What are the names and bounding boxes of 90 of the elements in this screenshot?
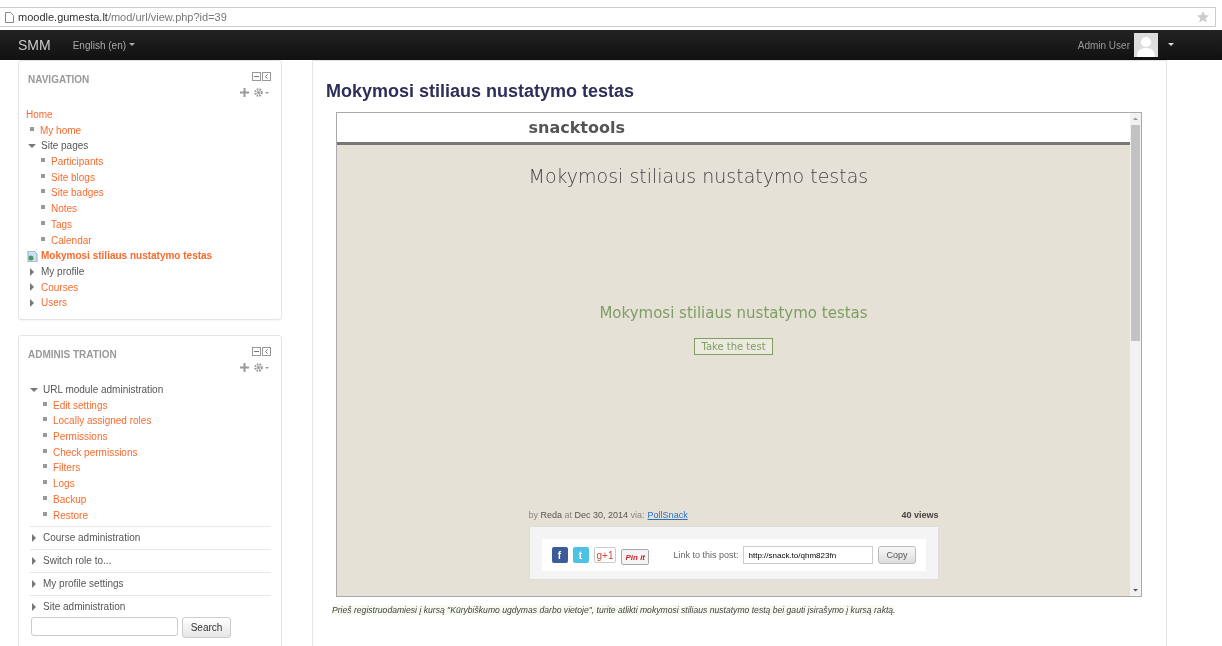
nav-link[interactable]: Site blogs — [51, 169, 95, 186]
bullet-icon — [43, 401, 47, 406]
nav-item[interactable]: Site pages — [41, 138, 89, 155]
collapsed-arrow-icon[interactable] — [30, 557, 38, 566]
page-heading: Mokymosi stiliaus nustatymo testas — [326, 81, 636, 102]
settings-icon[interactable] — [254, 363, 269, 372]
bullet-icon — [41, 189, 45, 194]
share-button[interactable]: g+1 — [593, 547, 617, 563]
caret-icon[interactable] — [1168, 43, 1174, 47]
link-label: Link to this post: — [673, 550, 739, 560]
scrollbar[interactable] — [1130, 113, 1141, 596]
nav-link[interactable]: Check permissions — [53, 444, 138, 461]
address-bar[interactable]: moodle.gumesta.lt/mod/url/view.php?id=39 — [0, 7, 1216, 27]
page-icon — [5, 11, 14, 23]
nav-link[interactable]: Restore — [53, 507, 88, 524]
view-count: 40 views — [901, 510, 939, 520]
bullet-icon — [43, 464, 47, 469]
nav-item[interactable]: Course administration — [43, 530, 141, 547]
nav-link[interactable]: Site badges — [51, 185, 104, 202]
byline-text: by Reda at Dec 30, 2014 via: — [528, 510, 645, 520]
search-field[interactable] — [31, 617, 178, 637]
nav-link[interactable]: Locally assigned roles — [53, 413, 152, 430]
move-icon[interactable] — [240, 88, 249, 97]
scroll-down-icon[interactable] — [1131, 586, 1140, 594]
nav-link[interactable]: Permissions — [53, 429, 108, 445]
embed-title: Mokymosi stiliaus nustatymo testas — [528, 165, 870, 187]
collapsed-arrow-icon[interactable] — [28, 267, 36, 276]
site-name-link[interactable]: SMM — [18, 37, 51, 53]
note-text: Prieš registruodamiesi į kursą "Kūrybiškumo ugdymas darbo vietoje", turite atlikti mokymosi stiliaus nustatymo testą bei gauti įsirašymo į kursą raktą. — [332, 605, 896, 615]
link-field[interactable]: http://snack.to/qhm823fn — [743, 546, 874, 564]
nav-link[interactable]: Filters — [53, 460, 81, 477]
nav-link[interactable]: My home — [40, 122, 82, 139]
expanded-arrow-icon[interactable] — [30, 385, 38, 394]
bullet-icon — [43, 448, 47, 453]
take-test-button[interactable]: Take the test — [694, 338, 773, 355]
nav-link[interactable]: Tags — [51, 216, 73, 233]
nav-link[interactable]: Home — [26, 107, 53, 123]
block-title: NAVIGATION — [28, 74, 90, 85]
bullet-icon — [41, 158, 45, 163]
nav-item[interactable]: Site administration — [43, 599, 126, 616]
share-button[interactable]: f — [551, 547, 568, 563]
move-icon[interactable] — [240, 363, 249, 372]
collapsed-arrow-icon[interactable] — [28, 299, 36, 308]
dock-controls-icon[interactable] — [252, 347, 271, 356]
bullet-icon — [41, 236, 45, 241]
bookmark-star-icon[interactable] — [1197, 11, 1209, 23]
bullet-icon — [43, 417, 47, 422]
nav-link[interactable]: Calendar — [51, 232, 92, 249]
bullet-icon — [30, 126, 34, 131]
scroll-up-icon[interactable] — [1131, 115, 1140, 123]
collapsed-arrow-icon[interactable] — [30, 580, 38, 589]
nav-link[interactable]: Logs — [53, 476, 75, 492]
nav-link[interactable]: Courses — [41, 279, 79, 296]
page-icon — [27, 250, 38, 262]
share-button[interactable]: Pin it — [621, 549, 650, 565]
bullet-icon — [43, 480, 47, 485]
bullet-icon — [41, 173, 45, 178]
bullet-icon — [43, 511, 47, 516]
expanded-arrow-icon[interactable] — [28, 142, 36, 151]
nav-item[interactable]: My profile — [41, 263, 85, 280]
nav-link[interactable]: Participants — [51, 154, 104, 170]
search-button[interactable]: Search — [182, 617, 231, 639]
logo-text: snacktools — [528, 118, 625, 137]
copy-button[interactable]: Copy — [878, 546, 916, 564]
nav-link[interactable]: Edit settings — [53, 397, 108, 414]
url-text: moodle.gumesta.lt/mod/url/view.php?id=39 — [18, 11, 227, 23]
collapsed-arrow-icon[interactable] — [28, 283, 36, 292]
nav-link[interactable]: Notes — [51, 201, 78, 217]
nav-link[interactable]: Users — [41, 295, 68, 311]
share-button[interactable]: t — [572, 547, 589, 563]
source-link[interactable]: PollSnack — [647, 510, 688, 520]
collapsed-arrow-icon[interactable] — [30, 534, 38, 543]
language-menu[interactable]: English (en) — [72, 39, 136, 51]
scroll-thumb[interactable] — [1131, 125, 1140, 341]
bullet-icon — [43, 433, 47, 438]
bullet-icon — [41, 205, 45, 210]
caret-icon — [129, 43, 136, 47]
nav-link[interactable]: Backup — [53, 491, 87, 508]
bullet-icon — [41, 220, 45, 225]
dock-controls-icon[interactable] — [252, 72, 271, 81]
quiz-title: Mokymosi stiliaus nustatymo testas — [598, 304, 869, 322]
nav-item[interactable]: My profile settings — [43, 576, 124, 593]
nav-item[interactable]: URL module administration — [43, 382, 164, 398]
nav-item[interactable]: Switch role to... — [43, 553, 112, 570]
user-name[interactable]: Admin User — [1077, 39, 1130, 51]
collapsed-arrow-icon[interactable] — [30, 603, 38, 612]
block-title: ADMINIS TRATION — [28, 349, 117, 360]
bullet-icon — [43, 495, 47, 500]
settings-icon[interactable] — [254, 88, 269, 97]
nav-link[interactable]: Mokymosi stiliaus nustatymo testas — [41, 248, 213, 264]
